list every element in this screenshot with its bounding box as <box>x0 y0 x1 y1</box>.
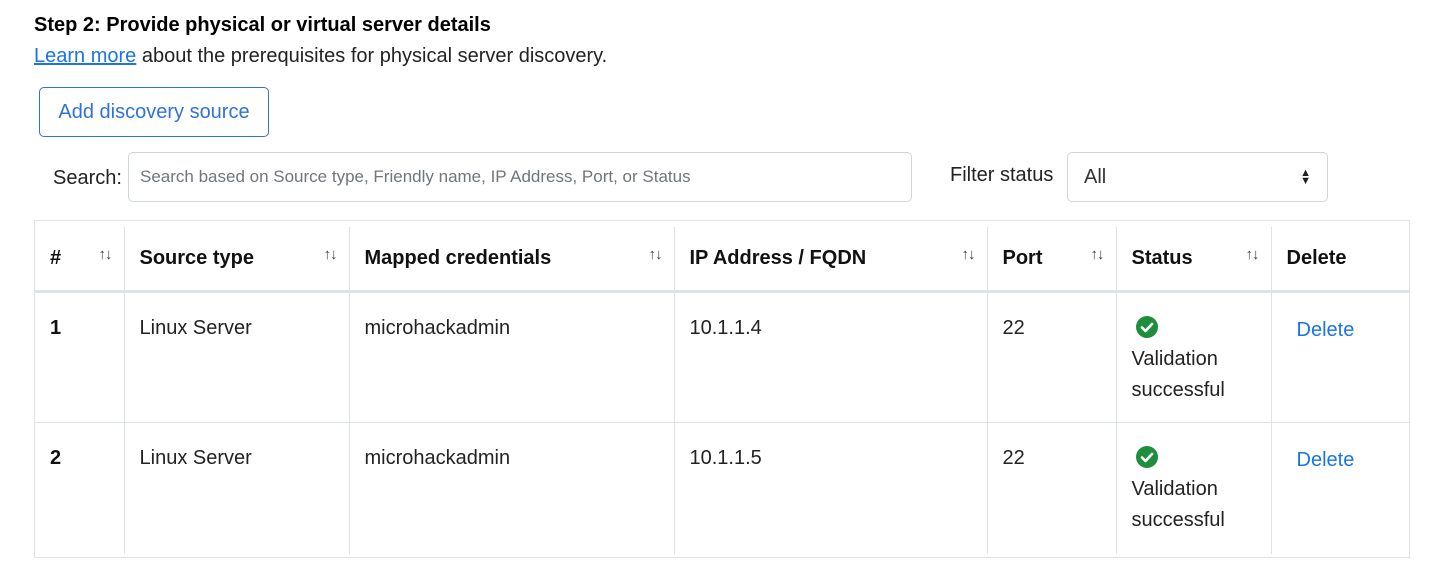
source-type-cell: Linux Server <box>124 291 350 423</box>
sort-icon[interactable]: ↑↓ <box>649 246 663 263</box>
learn-more-link[interactable]: Learn more <box>34 45 136 67</box>
credentials-cell: microhackadmin <box>349 291 675 423</box>
discovery-sources-table: # ↑↓ Source type ↑↓ Mapped credentials ↑↓ I… <box>34 220 1410 558</box>
search-label: Search: <box>53 167 122 189</box>
delete-cell: Delete <box>1271 423 1409 554</box>
step-title: Step 2: Provide physical or virtual serv… <box>34 14 491 36</box>
status-cell: Validation successful <box>1116 422 1272 554</box>
filter-status-select[interactable]: All ▲ ▼ <box>1067 152 1328 202</box>
sort-icon[interactable]: ↑↓ <box>99 246 113 263</box>
table-row: 2 Linux Server microhackadmin 10.1.1.5 2… <box>35 422 1409 554</box>
column-header-mapped-credentials[interactable]: Mapped credentials ↑↓ <box>349 227 675 293</box>
credentials-cell: microhackadmin <box>349 422 675 554</box>
delete-cell: Delete <box>1271 291 1409 423</box>
table-header-row: # ↑↓ Source type ↑↓ Mapped credentials ↑↓ I… <box>35 227 1409 293</box>
delete-link[interactable]: Delete <box>1297 319 1355 342</box>
add-discovery-source-button[interactable]: Add discovery source <box>39 87 269 137</box>
learn-more-line: Learn more about the prerequisites for p… <box>34 43 607 69</box>
column-header-ip-address[interactable]: IP Address / FQDN ↑↓ <box>674 227 988 293</box>
sort-icon[interactable]: ↑↓ <box>1091 246 1105 263</box>
check-circle-icon <box>1135 446 1158 468</box>
check-circle-icon <box>1135 316 1158 338</box>
table-row: 1 Linux Server microhackadmin 10.1.1.4 2… <box>35 291 1409 423</box>
port-cell: 22 <box>987 291 1117 423</box>
sort-icon[interactable]: ↑↓ <box>962 246 976 263</box>
port-cell: 22 <box>987 422 1117 554</box>
sort-icon[interactable]: ↑↓ <box>324 246 338 263</box>
status-text-line1: Validation <box>1131 348 1218 370</box>
filter-status-label: Filter status <box>950 164 1054 186</box>
status-text-line2: successful <box>1131 379 1225 401</box>
column-header-status[interactable]: Status ↑↓ <box>1116 227 1272 293</box>
ip-address-cell: 10.1.1.4 <box>674 291 988 423</box>
sort-icon[interactable]: ↑↓ <box>1246 246 1260 263</box>
delete-link[interactable]: Delete <box>1297 449 1355 472</box>
row-number: 1 <box>35 291 125 423</box>
status-text-line2: successful <box>1131 509 1225 531</box>
column-header-number[interactable]: # ↑↓ <box>35 227 125 293</box>
column-header-source-type[interactable]: Source type ↑↓ <box>124 227 350 293</box>
status-text-line1: Validation <box>1131 478 1218 500</box>
status-cell: Validation successful <box>1116 291 1272 423</box>
select-arrows-icon: ▲ ▼ <box>1300 167 1311 187</box>
discovery-page: Step 2: Provide physical or virtual serv… <box>0 0 1444 583</box>
filter-status-value: All <box>1084 165 1107 188</box>
row-number: 2 <box>35 422 125 554</box>
search-input[interactable] <box>128 152 912 202</box>
column-header-delete: Delete <box>1271 227 1409 293</box>
source-type-cell: Linux Server <box>124 422 350 554</box>
column-header-port[interactable]: Port ↑↓ <box>987 227 1117 293</box>
ip-address-cell: 10.1.1.5 <box>674 422 988 554</box>
learn-more-text: about the prerequisites for physical ser… <box>136 45 608 67</box>
